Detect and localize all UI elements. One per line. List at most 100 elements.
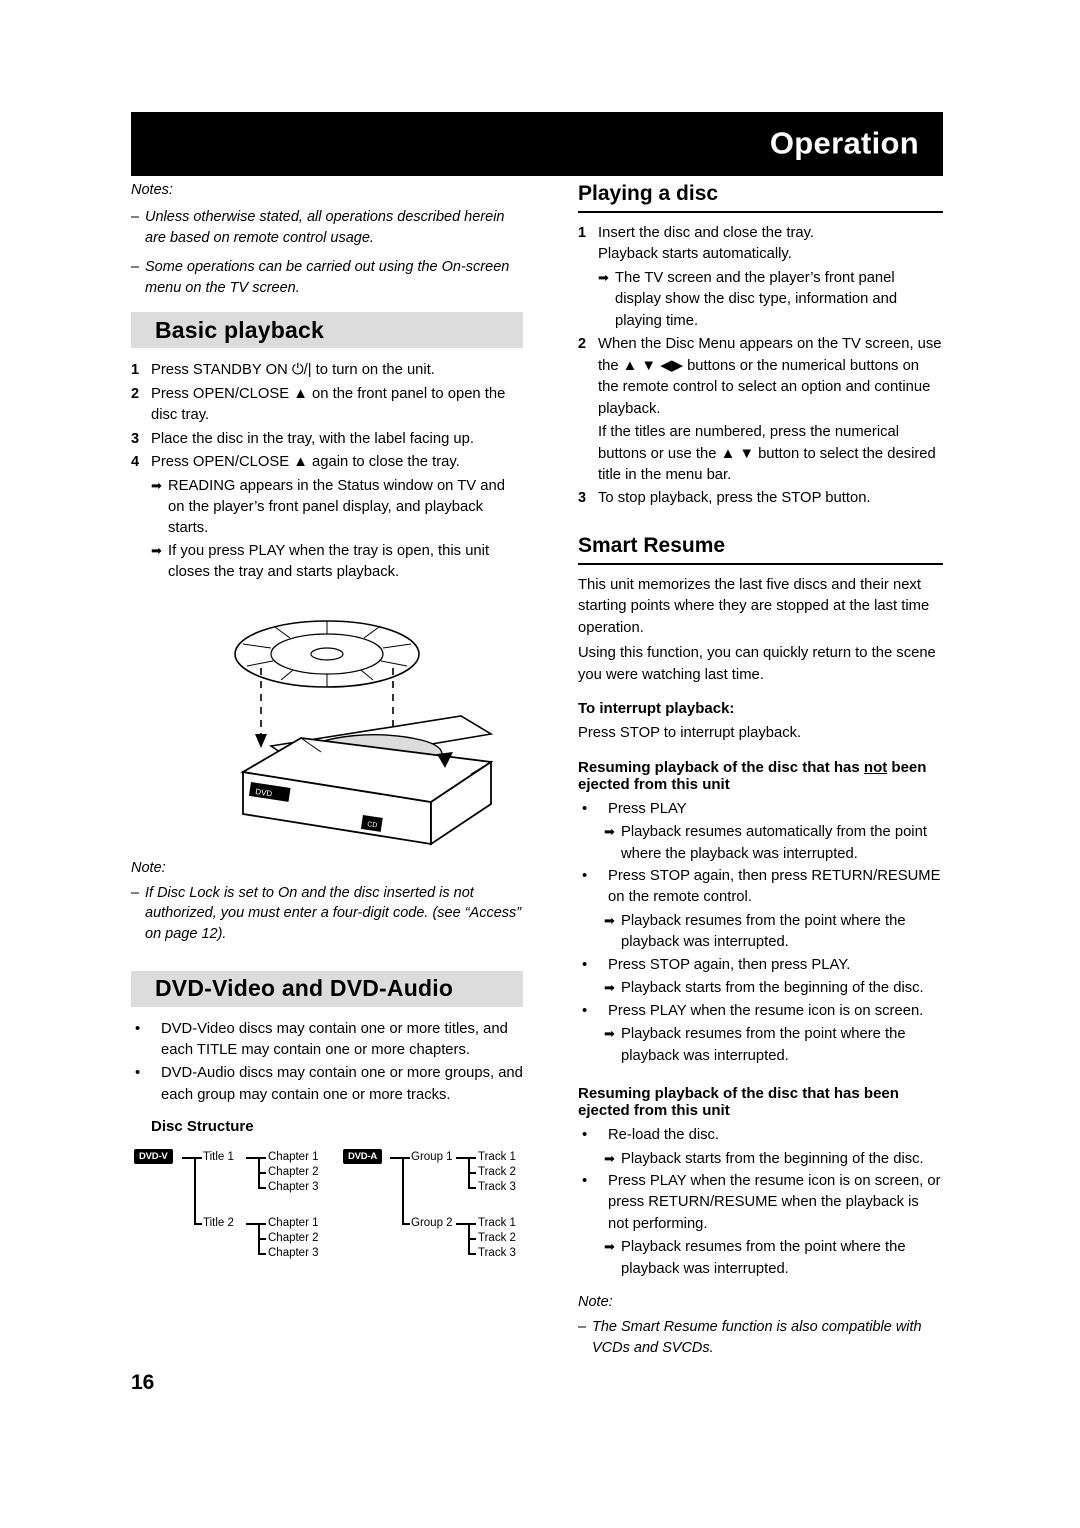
bullet-text: Press PLAY	[608, 800, 687, 817]
tree-leaf-label: Track 3	[478, 1181, 516, 1194]
step-number: 3	[578, 490, 587, 507]
arrow-note-row: ➡ Playback resumes from the point where …	[604, 1024, 943, 1067]
tree-line	[468, 1187, 476, 1189]
step-text: When the Disc Menu appears on the TV scr…	[598, 336, 942, 417]
arrow-icon: ➡	[151, 542, 162, 558]
bullet-text: Press STOP again, then press RETURN/RESU…	[608, 867, 941, 906]
tree-leaf-label: Track 2	[478, 1232, 516, 1245]
tree-line	[258, 1223, 266, 1225]
tree-line	[246, 1157, 258, 1159]
dash-marker: –	[131, 259, 140, 276]
tree-leaf-label: Track 1	[478, 1217, 516, 1230]
step-text: Press STANDBY ON ⏻/| to turn on the unit…	[151, 362, 435, 379]
bullet-marker: •	[135, 1065, 141, 1082]
disc-tray-svg: DVD CD	[234, 620, 494, 846]
arrow-icon: ➡	[604, 1150, 615, 1166]
bullet-row: • Press PLAY when the resume icon is on …	[578, 1001, 943, 1022]
bullet-marker: •	[582, 800, 588, 817]
arrow-note-row: ➡ Playback resumes from the point where …	[604, 1237, 943, 1280]
left-column: Notes: – Unless otherwise stated, all op…	[131, 182, 523, 1283]
arrow-note-text: Playback resumes automatically from the …	[621, 824, 927, 862]
arrow-note-row: ➡ Playback starts from the beginning of …	[604, 1149, 943, 1170]
arrow-note-row: ➡ Playback starts from the beginning of …	[604, 978, 943, 999]
bullet-marker: •	[582, 867, 588, 884]
player-body: DVD CD	[240, 715, 494, 846]
bullet-marker: •	[582, 956, 588, 973]
tree-line	[258, 1238, 266, 1240]
arrow-note-row: ➡ Playback resumes automatically from th…	[604, 822, 943, 865]
arrow-icon: ➡	[598, 269, 609, 285]
tree-line	[194, 1157, 202, 1159]
bullet-row: • Re-load the disc.	[578, 1125, 943, 1146]
tree-node-label: Title 1	[203, 1151, 234, 1164]
tree-line	[258, 1172, 266, 1174]
bullet-row: • Press PLAY when the resume icon is on …	[578, 1171, 943, 1235]
manual-page: Operation Notes: – Unless otherwise stat…	[0, 0, 1080, 1528]
note-heading: Note:	[578, 1294, 613, 1311]
tree-line	[402, 1157, 410, 1159]
bullet-marker: •	[582, 1002, 588, 1019]
step-text: Insert the disc and close the tray.	[598, 225, 815, 241]
step-text: Press OPEN/CLOSE ▲ on the front panel to…	[151, 385, 506, 424]
disc-graphic	[234, 620, 420, 688]
bullet-marker: •	[135, 1020, 141, 1037]
note-text: The Smart Resume function is also compat…	[592, 1319, 922, 1356]
note-item: – Some operations can be carried out usi…	[131, 257, 523, 298]
subheading-ejected: Resuming playback of the disc that has b…	[578, 1085, 899, 1120]
paragraph: Using this function, you can quickly ret…	[578, 645, 936, 683]
disc-structure-diagram: DVD-V DVD-A Title 1 Title 2 Chapter 1 Ch…	[131, 1143, 523, 1283]
paragraph: Press STOP to interrupt playback.	[578, 725, 802, 742]
dvd-audio-badge: DVD-A	[343, 1149, 383, 1165]
section-heading-playing-a-disc: Playing a disc	[578, 182, 943, 213]
tree-line	[468, 1172, 476, 1174]
step-number: 1	[578, 225, 587, 241]
bullet-row: • Press STOP again, then press PLAY.	[578, 955, 943, 976]
step-number: 4	[131, 454, 140, 471]
step-row: 2 When the Disc Menu appears on the TV s…	[578, 334, 943, 486]
bullet-row: • DVD-Video discs may contain one or mor…	[131, 1019, 523, 1062]
arrow-note-text: Playback resumes from the point where th…	[621, 1239, 906, 1277]
tree-leaf-label: Chapter 3	[268, 1181, 319, 1194]
step-text: Place the disc in the tray, with the lab…	[151, 430, 474, 447]
page-header-banner: Operation	[131, 112, 943, 176]
tree-leaf-label: Chapter 2	[268, 1166, 319, 1179]
section-heading-label: Basic playback	[155, 316, 325, 343]
arrow-note-row: ➡ Playback resumes from the point where …	[604, 911, 943, 954]
step-text: Playback starts automatically.	[598, 246, 792, 263]
arrow-icon: ➡	[604, 824, 615, 840]
bullet-text: Press STOP again, then press PLAY.	[608, 956, 851, 973]
step-text: Press OPEN/CLOSE ▲ again to close the tr…	[151, 454, 460, 471]
tree-line	[456, 1157, 468, 1159]
arrow-icon: ➡	[604, 980, 615, 996]
arrow-note-text: If you press PLAY when the tray is open,…	[168, 542, 490, 581]
note-text: Some operations can be carried out using…	[145, 259, 510, 296]
arrow-note-text: READING appears in the Status window on …	[168, 477, 505, 537]
disc-structure-label: Disc Structure	[151, 1118, 254, 1136]
page-title: Operation	[769, 125, 919, 161]
step-row: 4 Press OPEN/CLOSE ▲ again to close the …	[131, 452, 523, 473]
step-row: 2 Press OPEN/CLOSE ▲ on the front panel …	[131, 384, 523, 427]
tree-leaf-label: Chapter 2	[268, 1232, 319, 1245]
note-text: Unless otherwise stated, all operations …	[145, 209, 505, 246]
tree-line	[258, 1157, 266, 1159]
step-row: 1 Insert the disc and close the tray. Pl…	[578, 223, 943, 266]
arrow-note-row: ➡ If you press PLAY when the tray is ope…	[151, 541, 523, 584]
tree-line	[468, 1253, 476, 1255]
tree-line	[182, 1157, 194, 1159]
bullet-text: Re-load the disc.	[608, 1127, 720, 1144]
tree-line	[258, 1187, 266, 1189]
step-row: 3 To stop playback, press the STOP butto…	[578, 488, 943, 509]
tree-line	[390, 1157, 402, 1159]
dash-marker: –	[131, 884, 140, 901]
tree-leaf-label: Track 2	[478, 1166, 516, 1179]
subheading-interrupt: To interrupt playback:	[578, 700, 735, 718]
bullet-row: • Press STOP again, then press RETURN/RE…	[578, 866, 943, 909]
arrow-icon: ➡	[604, 1026, 615, 1042]
arrow-icon: ➡	[604, 1239, 615, 1255]
step-number: 2	[578, 336, 587, 353]
tree-node-label: Group 1	[411, 1151, 453, 1164]
step-text: To stop playback, press the STOP button.	[598, 490, 871, 507]
tree-leaf-label: Chapter 1	[268, 1151, 319, 1164]
arrow-note-text: Playback resumes from the point where th…	[621, 912, 906, 951]
bullet-text: Press PLAY when the resume icon is on sc…	[608, 1002, 924, 1019]
